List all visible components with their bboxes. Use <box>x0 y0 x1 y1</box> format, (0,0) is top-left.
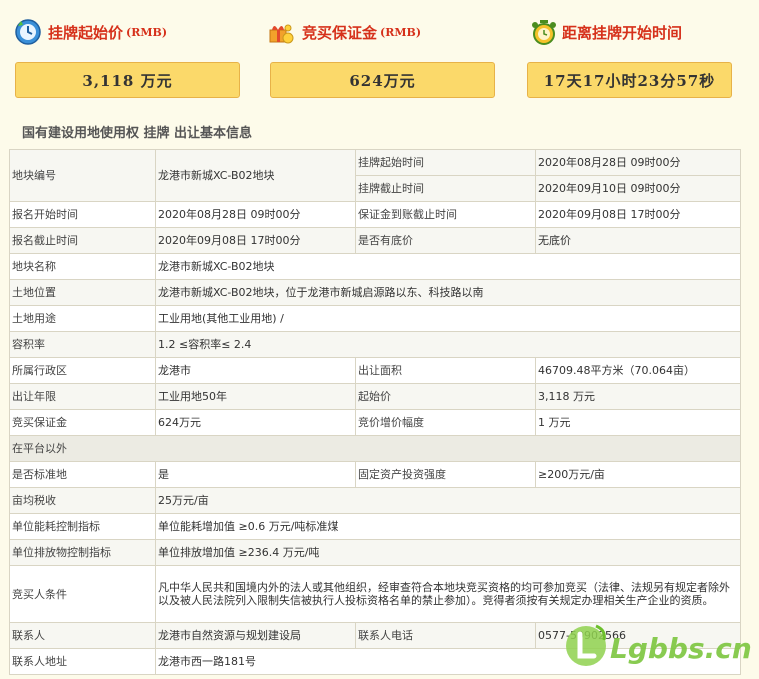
location-label: 土地位置 <box>9 279 156 306</box>
tax-value: 25万元/亩 <box>155 487 741 514</box>
table-row: 竞买保证金 624万元 竞价增价幅度 1 万元 <box>9 409 741 436</box>
table-row: 所属行政区 龙港市 出让面积 46709.48平方米（70.064亩） <box>9 357 741 384</box>
table-row: 土地位置 龙港市新城XC-B02地块，位于龙港市新城启源路以东、科技路以南 <box>9 279 741 306</box>
district-label: 所属行政区 <box>9 357 156 384</box>
table-row: 单位能耗控制指标 单位能耗增加值 ≥0.6 万元/吨标准煤 <box>9 513 741 540</box>
start-price-label: 起始价 <box>355 383 536 410</box>
table-row: 竞买人条件 凡中华人民共和国境内外的法人或其他组织，经审查符合本地块竞买资格的均… <box>9 565 741 623</box>
district-value: 龙港市 <box>155 357 356 384</box>
reg-end-label: 报名截止时间 <box>9 227 156 254</box>
emission-value: 单位排放增加值 ≥236.4 万元/吨 <box>155 539 741 566</box>
table-row: 土地用途 工业用地(其他工业用地) / <box>9 305 741 332</box>
term-value: 工业用地50年 <box>155 383 356 410</box>
standard-label: 是否标准地 <box>9 461 156 488</box>
start-price-unit: (RMB) <box>126 25 168 39</box>
list-start-value: 2020年08月28日 09时00分 <box>535 149 741 176</box>
table-row: 联系人 龙港市自然资源与规划建设局 联系人电话 0577-59902566 <box>9 622 741 649</box>
bidder-label: 竞买人条件 <box>9 565 156 623</box>
emission-label: 单位排放物控制指标 <box>9 539 156 566</box>
address-label: 联系人地址 <box>9 648 156 675</box>
increment-label: 竞价增价幅度 <box>355 409 536 436</box>
name-label: 地块名称 <box>9 253 156 280</box>
table-row: 报名开始时间 2020年08月28日 09时00分 保证金到账截止时间 2020… <box>9 201 741 228</box>
tax-label: 亩均税收 <box>9 487 156 514</box>
energy-value: 单位能耗增加值 ≥0.6 万元/吨标准煤 <box>155 513 741 540</box>
table-row: 地块编号 龙港市新城XC-B02地块 挂牌起始时间 2020年08月28日 09… <box>9 149 741 202</box>
use-value: 工业用地(其他工业用地) / <box>155 305 741 332</box>
land-info-table: 地块编号 龙港市新城XC-B02地块 挂牌起始时间 2020年08月28日 09… <box>9 149 741 675</box>
contact-label: 联系人 <box>9 622 156 649</box>
countdown-value: 17天17小时23分57秒 <box>527 62 732 98</box>
area-value: 46709.48平方米（70.064亩） <box>535 357 741 384</box>
deposit-deadline-value: 2020年09月08日 17时00分 <box>535 201 741 228</box>
land-no-label: 地块编号 <box>9 149 156 202</box>
list-end-value: 2020年09月10日 09时00分 <box>535 175 741 202</box>
start-price-cell: 3,118 万元 <box>535 383 741 410</box>
table-row: 容积率 1.2 ≤容积率≤ 2.4 <box>9 331 741 358</box>
deposit-deadline-label: 保证金到账截止时间 <box>355 201 536 228</box>
list-start-label: 挂牌起始时间 <box>355 149 536 176</box>
deposit-title: 竞买保证金 <box>302 23 378 42</box>
table-row: 联系人地址 龙港市西一路181号 <box>9 648 741 675</box>
reg-start-value: 2020年08月28日 09时00分 <box>155 201 356 228</box>
area-label: 出让面积 <box>355 357 536 384</box>
section-title: 国有建设用地使用权 挂牌 出让基本信息 <box>22 126 253 141</box>
far-value: 1.2 ≤容积率≤ 2.4 <box>155 331 741 358</box>
deposit-label: 竞买保证金 <box>9 409 156 436</box>
land-no-value: 龙港市新城XC-B02地块 <box>155 149 356 202</box>
energy-label: 单位能耗控制指标 <box>9 513 156 540</box>
reg-end-value: 2020年09月08日 17时00分 <box>155 227 356 254</box>
alarm-clock-icon <box>532 20 556 45</box>
term-label: 出让年限 <box>9 383 156 410</box>
reg-start-label: 报名开始时间 <box>9 201 156 228</box>
reserve-label: 是否有底价 <box>355 227 536 254</box>
name-value: 龙港市新城XC-B02地块 <box>155 253 741 280</box>
deposit-unit: (RMB) <box>380 25 422 39</box>
table-row: 是否标准地 是 固定资产投资强度 ≥200万元/亩 <box>9 461 741 488</box>
deposit-value: 624万元 <box>270 62 495 98</box>
reserve-value: 无底价 <box>535 227 741 254</box>
table-row: 亩均税收 25万元/亩 <box>9 487 741 514</box>
bidder-value: 凡中华人民共和国境内外的法人或其他组织，经审查符合本地块竞买资格的均可参加竞买（… <box>155 565 741 623</box>
table-row: 单位排放物控制指标 单位排放增加值 ≥236.4 万元/吨 <box>9 539 741 566</box>
increment-value: 1 万元 <box>535 409 741 436</box>
start-price-value: 3,118 万元 <box>15 62 240 98</box>
address-value: 龙港市西一路181号 <box>155 648 741 675</box>
contact-value: 龙港市自然资源与规划建设局 <box>155 622 356 649</box>
deposit-cell: 624万元 <box>155 409 356 436</box>
platform-group-header: 在平台以外 <box>9 435 741 462</box>
far-label: 容积率 <box>9 331 156 358</box>
invest-label: 固定资产投资强度 <box>355 461 536 488</box>
list-end-label: 挂牌截止时间 <box>355 175 536 202</box>
clock-refresh-icon <box>15 19 41 45</box>
standard-value: 是 <box>155 461 356 488</box>
gift-coins-icon <box>269 24 294 44</box>
location-value: 龙港市新城XC-B02地块，位于龙港市新城启源路以东、科技路以南 <box>155 279 741 306</box>
invest-value: ≥200万元/亩 <box>535 461 741 488</box>
table-row: 地块名称 龙港市新城XC-B02地块 <box>9 253 741 280</box>
use-label: 土地用途 <box>9 305 156 332</box>
summary-bar: 挂牌起始价 (RMB) 3,118 万元 竞买保证金 (RMB) 624万元 距离挂… <box>0 0 759 112</box>
countdown-title: 距离挂牌开始时间 <box>562 23 683 42</box>
phone-label: 联系人电话 <box>355 622 536 649</box>
table-row: 在平台以外 <box>9 435 741 462</box>
table-row: 出让年限 工业用地50年 起始价 3,118 万元 <box>9 383 741 410</box>
table-row: 报名截止时间 2020年09月08日 17时00分 是否有底价 无底价 <box>9 227 741 254</box>
start-price-title: 挂牌起始价 <box>48 23 124 42</box>
phone-value: 0577-59902566 <box>535 622 741 649</box>
